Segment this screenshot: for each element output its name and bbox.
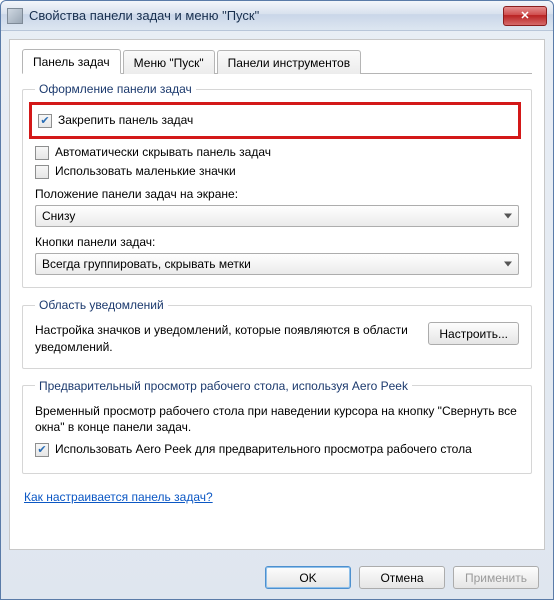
close-button[interactable]: ✕ xyxy=(503,6,547,26)
checkbox-icon xyxy=(35,443,49,457)
close-icon: ✕ xyxy=(520,9,529,22)
dropdown-buttons[interactable]: Всегда группировать, скрывать метки xyxy=(35,253,519,275)
group-appearance-legend: Оформление панели задач xyxy=(35,82,196,96)
dialog-window: Свойства панели задач и меню "Пуск" ✕ Па… xyxy=(0,0,554,600)
tab-taskbar[interactable]: Панель задач xyxy=(22,49,121,74)
checkbox-lock-taskbar[interactable]: Закрепить панель задач xyxy=(38,113,512,128)
titlebar[interactable]: Свойства панели задач и меню "Пуск" ✕ xyxy=(1,1,553,31)
window-title: Свойства панели задач и меню "Пуск" xyxy=(29,8,503,23)
group-aero-peek: Предварительный просмотр рабочего стола,… xyxy=(22,379,532,475)
app-icon xyxy=(7,8,23,24)
ok-button[interactable]: OK xyxy=(265,566,351,589)
customize-button[interactable]: Настроить... xyxy=(428,322,519,345)
group-aero-peek-legend: Предварительный просмотр рабочего стола,… xyxy=(35,379,412,393)
help-link[interactable]: Как настраивается панель задач? xyxy=(24,490,532,504)
checkbox-small-icons[interactable]: Использовать маленькие значки xyxy=(35,164,519,179)
highlight-lock-taskbar: Закрепить панель задач xyxy=(29,102,521,139)
dropdown-value: Всегда группировать, скрывать метки xyxy=(42,257,251,271)
cancel-button[interactable]: Отмена xyxy=(359,566,445,589)
client-area: Панель задач Меню "Пуск" Панели инструме… xyxy=(9,39,545,550)
checkbox-icon xyxy=(35,146,49,160)
dropdown-position[interactable]: Снизу xyxy=(35,205,519,227)
checkbox-icon xyxy=(35,165,49,179)
dialog-footer: OK Отмена Применить xyxy=(1,558,553,599)
checkbox-label: Автоматически скрывать панель задач xyxy=(55,145,519,159)
tab-strip: Панель задач Меню "Пуск" Панели инструме… xyxy=(22,48,532,74)
apply-button[interactable]: Применить xyxy=(453,566,539,589)
label-position: Положение панели задач на экране: xyxy=(35,187,519,201)
group-notifications: Область уведомлений Настройка значков и … xyxy=(22,298,532,369)
checkbox-icon xyxy=(38,114,52,128)
checkbox-label: Использовать Aero Peek для предварительн… xyxy=(55,442,519,456)
tab-toolbars[interactable]: Панели инструментов xyxy=(217,50,361,74)
checkbox-autohide[interactable]: Автоматически скрывать панель задач xyxy=(35,145,519,160)
checkbox-label: Закрепить панель задач xyxy=(58,113,512,127)
tab-start-menu[interactable]: Меню "Пуск" xyxy=(123,50,215,74)
aero-peek-desc: Временный просмотр рабочего стола при на… xyxy=(35,403,519,437)
dropdown-value: Снизу xyxy=(42,209,75,223)
checkbox-aero-peek[interactable]: Использовать Aero Peek для предварительн… xyxy=(35,442,519,457)
group-notifications-legend: Область уведомлений xyxy=(35,298,168,312)
group-appearance: Оформление панели задач Закрепить панель… xyxy=(22,82,532,288)
notifications-desc: Настройка значков и уведомлений, которые… xyxy=(35,322,418,356)
label-buttons: Кнопки панели задач: xyxy=(35,235,519,249)
checkbox-label: Использовать маленькие значки xyxy=(55,164,519,178)
